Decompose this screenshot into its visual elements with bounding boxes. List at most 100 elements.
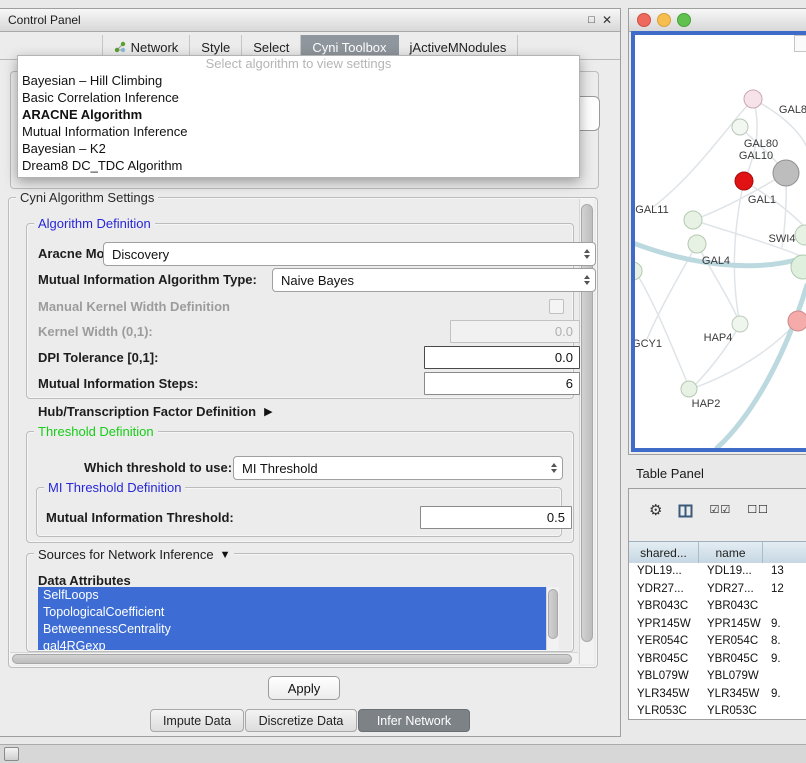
expand-right-icon[interactable]: ▶ xyxy=(264,405,272,418)
kernel-width-label: Kernel Width (0,1): xyxy=(38,324,153,339)
network-view-titlebar[interactable] xyxy=(629,9,806,32)
tab-label: Network xyxy=(131,40,179,55)
network-node-label: GAL10 xyxy=(739,150,773,162)
tab-label: Cyni Toolbox xyxy=(312,40,386,55)
sources-header[interactable]: Sources for Network Inference ▼ xyxy=(34,547,234,562)
tab-discretize-data[interactable]: Discretize Data xyxy=(245,709,357,732)
columns-icon[interactable] xyxy=(678,504,693,518)
attribute-list-scrollbar-thumb[interactable] xyxy=(548,589,558,639)
attribute-list-item[interactable]: SelfLoops xyxy=(38,587,546,604)
network-node[interactable] xyxy=(684,211,702,229)
minimized-panel-icon[interactable] xyxy=(4,747,19,761)
settings-hscrollbar-thumb[interactable] xyxy=(12,654,572,664)
gear-icon[interactable]: ⚙ xyxy=(649,503,662,518)
select-all-icon[interactable]: ☑☑ xyxy=(709,505,731,516)
tab-label: Select xyxy=(253,40,289,55)
apply-button[interactable]: Apply xyxy=(268,676,340,700)
table-row[interactable]: YBR043CYBR043C xyxy=(629,598,806,616)
network-node[interactable] xyxy=(744,90,762,108)
popup-item-bayesian-k2[interactable]: Bayesian – K2 xyxy=(18,140,579,157)
table-toolbar: ⚙ ☑☑ ☐☐ xyxy=(649,503,769,518)
table-cell: 12 xyxy=(763,581,806,599)
combo-stepper-icon xyxy=(584,275,590,285)
traffic-light-zoom-icon[interactable] xyxy=(677,13,691,27)
mi-threshold-title: MI Threshold Definition xyxy=(44,480,185,495)
table-row[interactable]: YPR145WYPR145W9. xyxy=(629,616,806,634)
mi-type-label: Mutual Information Algorithm Type: xyxy=(38,272,257,287)
network-node[interactable] xyxy=(681,381,697,397)
table-cell xyxy=(763,703,806,719)
manual-kernel-checkbox[interactable] xyxy=(549,299,564,314)
network-edge[interactable] xyxy=(635,271,689,387)
control-panel-titlebar[interactable]: Control Panel □ ✕ xyxy=(0,9,620,32)
network-node[interactable] xyxy=(773,160,799,186)
network-edge[interactable] xyxy=(717,285,806,448)
table-row[interactable]: YBL079WYBL079W xyxy=(629,668,806,686)
table-cell: YBR045C xyxy=(699,651,763,669)
table-row[interactable]: YLR345WYLR345W9. xyxy=(629,686,806,704)
table-row[interactable]: YDL19...YDL19...13 xyxy=(629,563,806,581)
network-view-window: GAL8GAL80GAL10GAL11GAL1SWI4GAL4GCY1HAP4H… xyxy=(628,8,806,455)
settings-hscrollbar[interactable] xyxy=(10,652,578,665)
table-row[interactable]: YDR27...YDR27...12 xyxy=(629,581,806,599)
attribute-list[interactable]: SelfLoopsTopologicalCoefficientBetweenne… xyxy=(38,587,546,650)
network-node[interactable] xyxy=(688,235,706,253)
network-node[interactable] xyxy=(788,311,806,331)
network-node[interactable] xyxy=(732,316,748,332)
hub-definition-section[interactable]: Hub/Transcription Factor Definition ▶ xyxy=(38,404,273,419)
popup-item-aracne[interactable]: ARACNE Algorithm xyxy=(18,106,579,123)
attribute-list-item[interactable]: gal4RGexp xyxy=(38,638,546,650)
combo-stepper-icon xyxy=(584,249,590,259)
mi-type-combo[interactable]: Naive Bayes xyxy=(272,268,596,292)
attribute-list-item[interactable]: TopologicalCoefficient xyxy=(38,604,546,621)
network-edge[interactable] xyxy=(734,181,744,324)
table-row[interactable]: YLR053CYLR053C xyxy=(629,703,806,719)
hub-definition-label: Hub/Transcription Factor Definition xyxy=(38,404,256,419)
network-canvas[interactable]: GAL8GAL80GAL10GAL11GAL1SWI4GAL4GCY1HAP4H… xyxy=(635,35,806,450)
table-row[interactable]: YER054CYER054C8. xyxy=(629,633,806,651)
network-node[interactable] xyxy=(795,225,806,245)
network-canvas-frame: GAL8GAL80GAL10GAL11GAL1SWI4GAL4GCY1HAP4H… xyxy=(631,31,806,452)
float-window-icon[interactable]: □ xyxy=(588,15,595,26)
network-node-label: HAP4 xyxy=(704,332,733,344)
which-threshold-combo[interactable]: MI Threshold xyxy=(233,456,563,480)
table-body: YDL19...YDL19...13YDR27...YDR27...12YBR0… xyxy=(629,563,806,719)
column-header-name[interactable]: name xyxy=(699,542,763,563)
popup-placeholder: Select algorithm to view settings xyxy=(18,56,579,72)
combo-stepper-icon xyxy=(551,463,557,473)
popup-item-dream8[interactable]: Dream8 DC_TDC Algorithm xyxy=(18,157,579,174)
which-threshold-label: Which threshold to use: xyxy=(84,460,232,475)
attribute-list-item[interactable]: BetweennessCentrality xyxy=(38,621,546,638)
table-cell: YLR345W xyxy=(629,686,699,704)
popup-item-basic-correlation[interactable]: Basic Correlation Inference xyxy=(18,89,579,106)
dpi-tolerance-field[interactable] xyxy=(424,346,580,369)
tab-label: jActiveMNodules xyxy=(410,40,507,55)
network-node[interactable] xyxy=(635,262,642,280)
mi-threshold-field[interactable] xyxy=(420,506,572,529)
tab-impute-data[interactable]: Impute Data xyxy=(150,709,244,732)
table-cell: 13 xyxy=(763,563,806,581)
kernel-width-field[interactable] xyxy=(450,320,580,343)
column-header-shared[interactable]: shared... xyxy=(629,542,699,563)
traffic-light-minimize-icon[interactable] xyxy=(657,13,671,27)
table-cell: YDR27... xyxy=(699,581,763,599)
deselect-all-icon[interactable]: ☐☐ xyxy=(747,505,769,516)
popup-item-bayesian-hill-climbing[interactable]: Bayesian – Hill Climbing xyxy=(18,72,579,89)
aracne-mode-combo[interactable]: Discovery xyxy=(103,242,596,266)
table-header: shared... name xyxy=(629,541,806,564)
table-panel-title: Table Panel xyxy=(636,466,704,481)
mi-steps-field[interactable] xyxy=(424,372,580,395)
window-title: Control Panel xyxy=(8,13,81,27)
attribute-list-scrollbar[interactable] xyxy=(546,587,559,650)
close-icon[interactable]: ✕ xyxy=(602,14,612,26)
tab-infer-network[interactable]: Infer Network xyxy=(358,709,470,732)
popup-item-mutual-information[interactable]: Mutual Information Inference xyxy=(18,123,579,140)
algorithm-definition-title: Algorithm Definition xyxy=(34,216,155,231)
table-row[interactable]: YBR045CYBR045C9. xyxy=(629,651,806,669)
table-cell: 9. xyxy=(763,616,806,634)
collapse-down-icon[interactable]: ▼ xyxy=(220,549,231,561)
column-header-extra[interactable] xyxy=(763,542,806,563)
network-node[interactable] xyxy=(735,172,753,190)
network-node[interactable] xyxy=(732,119,748,135)
traffic-light-close-icon[interactable] xyxy=(637,13,651,27)
